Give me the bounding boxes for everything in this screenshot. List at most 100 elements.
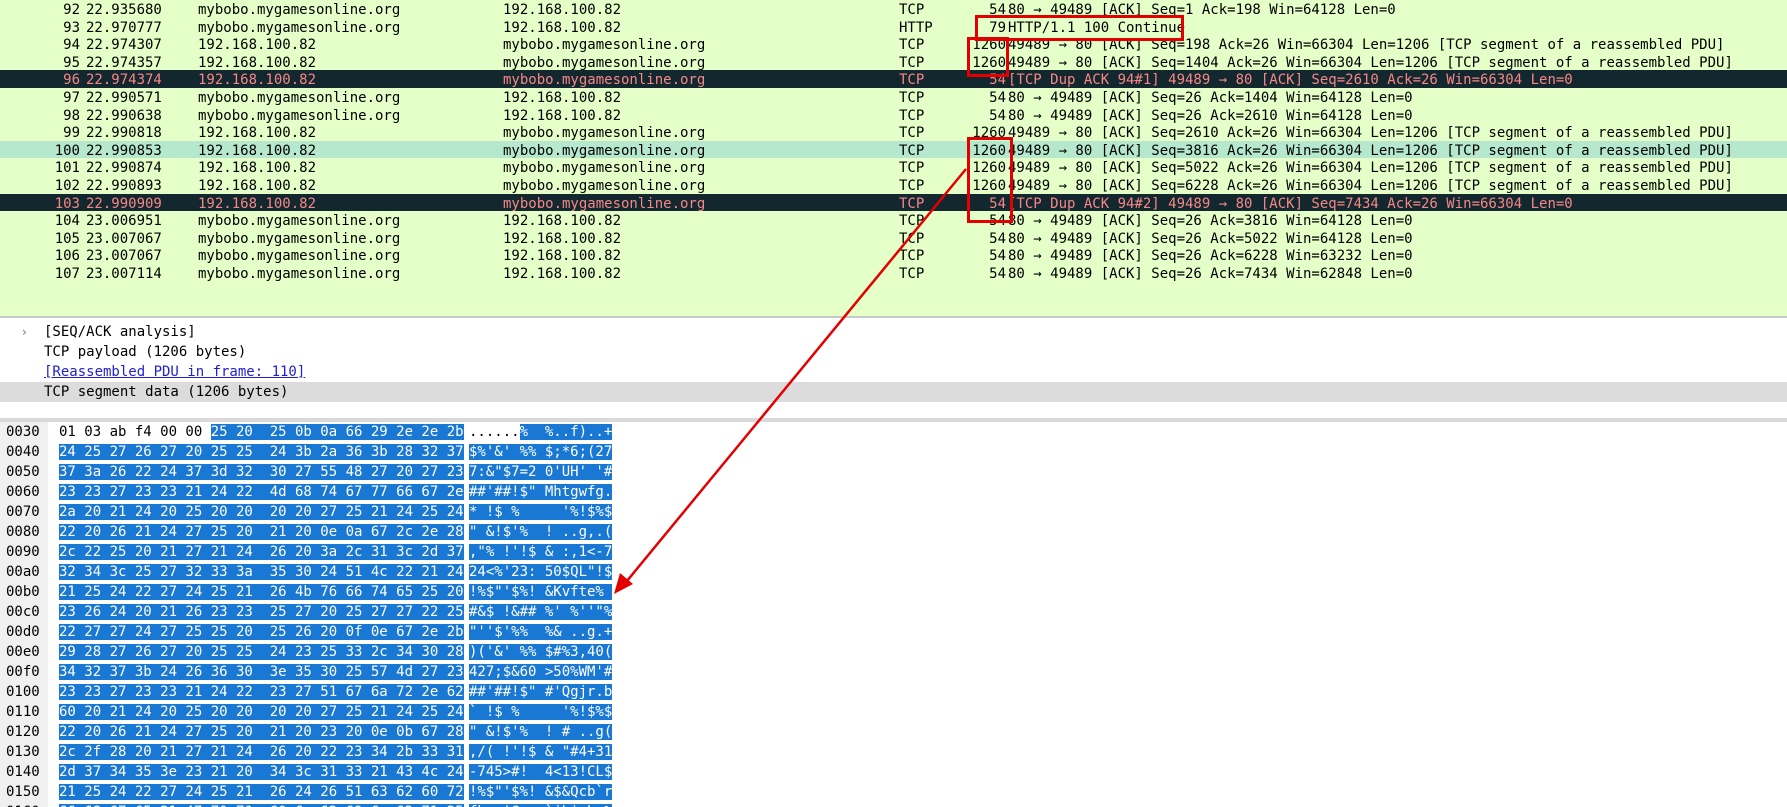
ascii-bytes[interactable]: * !$ % '%!$%$ (469, 502, 613, 522)
ascii-bytes[interactable]: !%$"'$%! &Kvfte% (469, 582, 613, 602)
hex-unselected: 01 03 ab f4 00 00 (59, 424, 211, 440)
packet-protocol: TCP (899, 213, 925, 229)
packet-source: mybobo.mygamesonline.org (198, 213, 401, 229)
packet-info: [TCP Dup ACK 94#1] 49489 → 80 [ACK] Seq=… (1008, 72, 1573, 88)
hex-selected: 2a 20 21 24 20 25 20 20 20 20 27 25 21 2… (59, 504, 464, 520)
packet-destination: 192.168.100.82 (503, 266, 622, 282)
packet-row[interactable]: 104 23.006951 mybobo.mygamesonline.org 192.… (0, 211, 1787, 231)
detail-text: TCP segment data (1206 bytes) (44, 384, 289, 400)
hex-selected: 21 25 24 22 27 24 25 21 26 4b 76 66 74 6… (59, 584, 464, 600)
ascii-selected: ` !$ % '%!$%$ (469, 704, 613, 720)
packet-row[interactable]: 102 22.990893 192.168.100.82 mybobo.mygames… (0, 176, 1787, 196)
packet-protocol: TCP (899, 2, 925, 18)
ascii-selected: -745>#! 4<13!CL$ (469, 764, 613, 780)
hex-bytes[interactable]: 21 25 24 22 27 24 25 21 26 24 26 51 63 6… (59, 782, 464, 802)
ascii-bytes[interactable]: " &!$'% ! ..g,.( (469, 522, 613, 542)
ascii-bytes[interactable]: 7:&"$7=2 0'UH' '# (469, 462, 613, 482)
hex-selected: 34 32 37 3b 24 26 36 30 3e 35 30 25 57 4… (59, 664, 464, 680)
hex-bytes[interactable]: 23 23 27 23 23 21 24 22 4d 68 74 67 77 6… (59, 482, 464, 502)
ascii-selected: " &!$'% ! ..g,.( (469, 524, 613, 540)
packet-list[interactable]: 92 22.935680 mybobo.mygamesonline.org 192.1… (0, 0, 1787, 316)
ascii-selected: #&$ !&## %' %''"% (469, 604, 613, 620)
packet-protocol: TCP (899, 178, 925, 194)
hex-bytes[interactable]: 01 03 ab f4 00 00 25 20 25 0b 0a 66 29 2… (59, 422, 464, 442)
ascii-bytes[interactable]: ,/( !'!$ & "#4+31 (469, 742, 613, 762)
packet-number: 102 (54, 178, 80, 194)
hex-bytes[interactable]: 34 32 37 3b 24 26 36 30 3e 35 30 25 57 4… (59, 662, 464, 682)
ascii-bytes[interactable]: fhge!Gpp `jbinbq% (469, 802, 613, 807)
packet-row[interactable]: 97 22.990571 mybobo.mygamesonline.org 192.1… (0, 88, 1787, 108)
detail-row[interactable]: [Reassembled PDU in frame: 110] (0, 362, 1787, 382)
packet-row[interactable]: 96 22.974374 192.168.100.82 mybobo.mygameso… (0, 70, 1787, 90)
ascii-bytes[interactable]: "''$'%% %& ..g.+ (469, 622, 613, 642)
ascii-bytes[interactable]: ` !$ % '%!$%$ (469, 702, 613, 722)
hex-bytes[interactable]: 21 25 24 22 27 24 25 21 26 4b 76 66 74 6… (59, 582, 464, 602)
chevron-right-icon[interactable]: › (22, 322, 27, 342)
hex-bytes[interactable]: 23 23 27 23 23 21 24 22 23 27 51 67 6a 7… (59, 682, 464, 702)
packet-info: 80 → 49489 [ACK] Seq=26 Ack=1404 Win=641… (1008, 90, 1413, 106)
packet-details-pane[interactable]: › [SEQ/ACK analysis] TCP payload (1206 byt… (0, 318, 1787, 418)
byte-offset: 00d0 (6, 624, 40, 640)
ascii-bytes[interactable]: -745>#! 4<13!CL$ (469, 762, 613, 782)
reassembled-pdu-link[interactable]: [Reassembled PDU in frame: 110] (44, 362, 305, 382)
packet-time: 23.007114 (86, 266, 162, 282)
hex-selected: 25 20 25 0b 0a 66 29 2e 2e 2b (210, 424, 464, 440)
byte-offset: 00c0 (6, 604, 40, 620)
ascii-bytes[interactable]: #&$ !&## %' %''"% (469, 602, 613, 622)
packet-destination: 192.168.100.82 (503, 248, 622, 264)
ascii-bytes[interactable]: $%'&' %% $;*6;(27 (469, 442, 613, 462)
byte-offset: 0140 (6, 764, 40, 780)
packet-row[interactable]: 99 22.990818 192.168.100.82 mybobo.mygameso… (0, 123, 1787, 143)
packet-bytes-pane[interactable]: 0030 01 03 ab f4 00 00 25 20 25 0b 0a 66 … (0, 422, 1787, 807)
ascii-selected: * !$ % '%!$%$ (469, 504, 613, 520)
hex-bytes[interactable]: 29 28 27 26 27 20 25 25 24 23 25 33 2c 3… (59, 642, 464, 662)
hex-bytes[interactable]: 2c 2f 28 20 21 27 21 24 26 20 22 23 34 2… (59, 742, 464, 762)
detail-row[interactable]: › [SEQ/ACK analysis] (0, 322, 1787, 342)
hex-bytes[interactable]: 60 20 21 24 20 25 20 20 20 20 27 25 21 2… (59, 702, 464, 722)
ascii-bytes[interactable]: ##'##!$" Mhtgwfg. (469, 482, 613, 502)
hex-bytes[interactable]: 37 3a 26 22 24 37 3d 32 30 27 55 48 27 2… (59, 462, 464, 482)
hex-bytes[interactable]: 23 26 24 20 21 26 23 23 25 27 20 25 27 2… (59, 602, 464, 622)
packet-row[interactable]: 101 22.990874 192.168.100.82 mybobo.mygames… (0, 158, 1787, 178)
packet-row[interactable]: 107 23.007114 mybobo.mygamesonline.org 192.… (0, 264, 1787, 284)
ascii-bytes[interactable]: )('&' %% $#%3,40( (469, 642, 613, 662)
packet-protocol: TCP (899, 266, 925, 282)
packet-source: 192.168.100.82 (198, 37, 317, 53)
ascii-bytes[interactable]: 24<%'23: 50$QL"!$ (469, 562, 613, 582)
ascii-selected: 427;$&60 >50%WM'# (469, 664, 613, 680)
byte-offset: 0110 (6, 704, 40, 720)
hex-bytes[interactable]: 32 34 3c 25 27 32 33 3a 35 30 24 51 4c 2… (59, 562, 464, 582)
packet-row[interactable]: 92 22.935680 mybobo.mygamesonline.org 192.1… (0, 0, 1787, 20)
packet-destination: mybobo.mygamesonline.org (503, 125, 706, 141)
ascii-bytes[interactable]: ......% %..f)..+ (469, 422, 613, 442)
hex-bytes[interactable]: 66 68 67 65 21 47 70 70 60 6a 62 69 6e 6… (59, 802, 464, 807)
packet-destination: mybobo.mygamesonline.org (503, 37, 706, 53)
hex-bytes[interactable]: 22 20 26 21 24 27 25 20 21 20 0e 0a 67 2… (59, 522, 464, 542)
detail-row[interactable]: TCP payload (1206 bytes) (0, 342, 1787, 362)
byte-offset: 0030 (6, 424, 40, 440)
hex-bytes[interactable]: 2a 20 21 24 20 25 20 20 20 20 27 25 21 2… (59, 502, 464, 522)
detail-row[interactable]: TCP segment data (1206 bytes) (0, 382, 1787, 402)
packet-row[interactable]: 94 22.974307 192.168.100.82 mybobo.mygameso… (0, 35, 1787, 55)
hex-selected: 23 26 24 20 21 26 23 23 25 27 20 25 27 2… (59, 604, 464, 620)
ascii-bytes[interactable]: 427;$&60 >50%WM'# (469, 662, 613, 682)
hex-bytes[interactable]: 2c 22 25 20 21 27 21 24 26 20 3a 2c 31 3… (59, 542, 464, 562)
hex-bytes[interactable]: 22 27 27 24 27 25 25 20 25 26 20 0f 0e 6… (59, 622, 464, 642)
ascii-selected: !%$"'$%! &$&Qcb`r (469, 784, 613, 800)
ascii-bytes[interactable]: ##'##!$" #'Qgjr.b (469, 682, 613, 702)
ascii-bytes[interactable]: " &!$'% ! # ..g( (469, 722, 613, 742)
packet-time: 22.990874 (86, 160, 162, 176)
packet-row[interactable]: 106 23.007067 mybobo.mygamesonline.org 192.… (0, 246, 1787, 266)
hex-bytes[interactable]: 24 25 27 26 27 20 25 25 24 3b 2a 36 3b 2… (59, 442, 464, 462)
packet-length: 54 (989, 266, 1006, 282)
hex-selected: 22 20 26 21 24 27 25 20 21 20 0e 0a 67 2… (59, 524, 464, 540)
ascii-unselected: ...... (469, 424, 520, 440)
hex-selected: 2c 22 25 20 21 27 21 24 26 20 3a 2c 31 3… (59, 544, 464, 560)
ascii-bytes[interactable]: !%$"'$%! &$&Qcb`r (469, 782, 613, 802)
hex-bytes[interactable]: 22 20 26 21 24 27 25 20 21 20 23 20 0e 0… (59, 722, 464, 742)
ascii-selected: )('&' %% $#%3,40( (469, 644, 613, 660)
ascii-selected: 7:&"$7=2 0'UH' '# (469, 464, 613, 480)
hex-bytes[interactable]: 2d 37 34 35 3e 23 21 20 34 3c 31 33 21 4… (59, 762, 464, 782)
packet-number: 101 (54, 160, 80, 176)
ascii-bytes[interactable]: ,"% !'!$ & :,1<-7 (469, 542, 613, 562)
